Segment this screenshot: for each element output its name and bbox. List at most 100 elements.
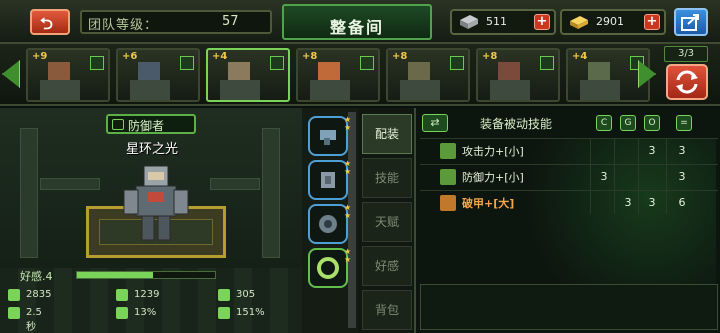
column-total-icon: =: [676, 115, 692, 131]
weapon-gear-icon: [320, 130, 336, 145]
skill-row[interactable]: 攻击力+[小] 3 3: [420, 138, 718, 162]
class-badge-icon: [180, 56, 194, 70]
column-icon-3: O: [644, 115, 660, 131]
hero-sprite[interactable]: [118, 162, 194, 248]
hero-card[interactable]: +4: [566, 48, 650, 102]
skill-count: 6: [678, 196, 686, 209]
hero-portrait: [490, 62, 530, 100]
top-bar: ⮌ 团队等级： 57 整备间 511 + 2901 +: [0, 0, 720, 44]
star-rating-icon: ★ ★: [344, 159, 352, 176]
stat-value: 151%: [236, 307, 265, 318]
tab-1[interactable]: 技能: [362, 158, 412, 198]
star-rating-icon: ★ ★: [344, 203, 352, 220]
attack-icon: [116, 289, 128, 301]
hero-portrait: [40, 62, 80, 100]
skill-row[interactable]: 防御力+[小] 3 3: [420, 164, 718, 188]
skill-count: 3: [648, 144, 656, 157]
class-badge-icon: [90, 56, 104, 70]
class-badge-icon: [270, 56, 284, 70]
team-level-label: 团队等级：: [88, 18, 159, 33]
equipment-slot-weapon[interactable]: ★ ★: [308, 115, 352, 156]
class-badge-icon: [360, 56, 374, 70]
swap-team-button[interactable]: [666, 64, 708, 100]
steel-resource: 511 +: [450, 9, 556, 35]
skill-description-box: [420, 284, 718, 330]
scroll-left-arrow-icon[interactable]: [2, 60, 20, 88]
skill-count: 3: [678, 170, 686, 183]
steel-ingot-icon: [460, 15, 478, 29]
hero-card[interactable]: +8: [476, 48, 560, 102]
hero-portrait: [310, 62, 350, 100]
skill-count: 3: [678, 144, 686, 157]
hero-display-area: 防御者 星环之光 好感.4 2835 1239 305 2.5秒 13% 151%: [0, 108, 302, 333]
equipment-slot-accessory[interactable]: ★ ★: [308, 247, 352, 288]
hero-name: 星环之光: [125, 142, 178, 157]
crit-damage-icon: [218, 307, 230, 319]
skill-name: 攻击力+[小]: [462, 145, 524, 158]
skill-icon: [440, 169, 456, 185]
team-count: 3/3: [664, 46, 708, 62]
hero-portrait: [580, 62, 620, 100]
skill-count: 3: [648, 196, 656, 209]
heart-icon: [8, 289, 20, 301]
stat-value: 13%: [134, 307, 157, 318]
hero-portrait: [400, 62, 440, 100]
column-icon-2: G: [620, 115, 636, 131]
hero-portrait: [220, 62, 260, 100]
column-icon-1: C: [596, 115, 612, 131]
share-button[interactable]: [674, 8, 708, 36]
affinity-label: 好感.4: [20, 270, 53, 283]
shield-icon: [112, 119, 124, 130]
skill-icon: [440, 143, 456, 159]
stat-value: 2.5秒: [26, 307, 42, 333]
team-level-display: 团队等级： 57: [80, 10, 272, 34]
skills-title: 装备被动技能: [480, 117, 553, 131]
toggle-view-button[interactable]: ⇄: [422, 114, 448, 132]
hero-card[interactable]: +6: [116, 48, 200, 102]
pipe-decoration: [20, 128, 38, 258]
gold-bar-icon: [570, 16, 588, 29]
affinity-bar: [76, 271, 216, 279]
module-gear-icon: [319, 215, 337, 233]
skill-name: 破甲+[大]: [462, 197, 515, 210]
skill-row[interactable]: 破甲+[大] 3 3 6: [420, 190, 718, 214]
star-rating-icon: ★ ★: [344, 247, 352, 264]
add-steel-button[interactable]: +: [534, 14, 550, 30]
defense-icon: [218, 289, 230, 301]
skill-count: 3: [600, 170, 608, 183]
hero-card[interactable]: +4: [206, 48, 290, 102]
role-label: 防御者: [128, 119, 165, 133]
role-tag: 防御者: [106, 114, 196, 134]
stat-value: 1239: [134, 289, 160, 300]
steel-amount: 511: [486, 15, 507, 28]
gold-resource: 2901 +: [560, 9, 666, 35]
tab-0[interactable]: 配装: [362, 114, 412, 154]
stat-value: 305: [236, 289, 256, 300]
back-arrow-icon: ⮌: [40, 14, 53, 33]
add-gold-button[interactable]: +: [644, 14, 660, 30]
tab-2[interactable]: 天赋: [362, 202, 412, 242]
hero-selector-strip: +9 +6 +4 +8 +8 +8 +4 3/3: [0, 44, 720, 106]
page-title: 整备间: [329, 18, 384, 37]
equipment-skills-panel: ⇄ 装备被动技能 C G O = 攻击力+[小] 3 3 防御力+[小] 3 3 破甲+[大…: [414, 108, 720, 333]
hero-card[interactable]: +8: [296, 48, 380, 102]
side-tabs: 配装 技能 天赋 好感 背包: [358, 108, 414, 333]
hero-stats: 2835 1239 305 2.5秒 13% 151%: [8, 288, 302, 333]
skill-name: 防御力+[小]: [462, 171, 524, 184]
back-button[interactable]: ⮌: [30, 9, 70, 35]
equipment-column: ★ ★ ★ ★ ★ ★ ★ ★: [302, 108, 358, 333]
gold-amount: 2901: [596, 15, 624, 28]
pipe-decoration: [40, 178, 100, 190]
hero-card[interactable]: +9: [26, 48, 110, 102]
hero-card[interactable]: +8: [386, 48, 470, 102]
equipment-slot-module[interactable]: ★ ★: [308, 203, 352, 244]
star-rating-icon: ★ ★: [344, 115, 352, 132]
share-icon: [681, 14, 699, 31]
skill-count: 3: [624, 196, 632, 209]
stat-value: 2835: [26, 289, 52, 300]
skill-icon: [440, 195, 456, 211]
equipment-slot-armor[interactable]: ★ ★: [308, 159, 352, 200]
tab-4[interactable]: 背包: [362, 290, 412, 330]
speed-icon: [8, 307, 20, 319]
tab-3[interactable]: 好感: [362, 246, 412, 286]
